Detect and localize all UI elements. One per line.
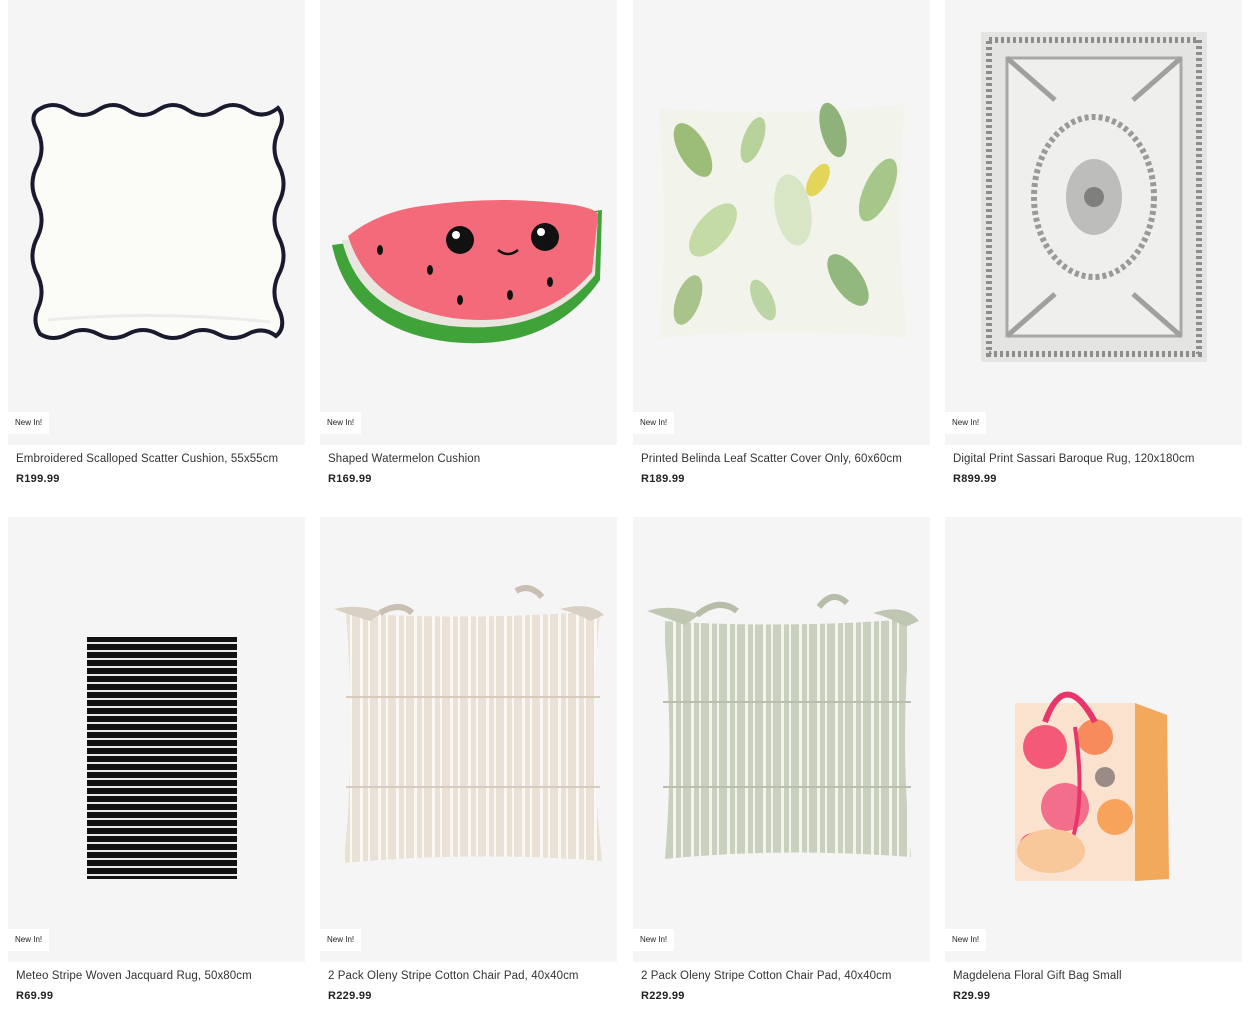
product-price: R229.99: [641, 990, 685, 1002]
product-title[interactable]: Meteo Stripe Woven Jacquard Rug, 50x80cm: [16, 970, 301, 982]
new-in-badge: New In!: [633, 412, 675, 434]
product-card[interactable]: New In! Printed Belinda Leaf Scatter Cov…: [633, 0, 930, 500]
product-price: R899.99: [953, 473, 997, 485]
product-card[interactable]: New In! 2 Pack Oleny Stripe Cotton Chair…: [320, 517, 617, 1017]
product-image[interactable]: New In!: [320, 0, 617, 445]
product-image[interactable]: New In!: [945, 517, 1242, 962]
product-image[interactable]: New In!: [320, 517, 617, 962]
product-title[interactable]: Embroidered Scalloped Scatter Cushion, 5…: [16, 453, 301, 465]
product-image[interactable]: New In!: [8, 517, 305, 962]
product-price: R229.99: [328, 990, 372, 1002]
scalloped-cushion-image: [30, 103, 286, 340]
new-in-badge: New In!: [8, 412, 50, 434]
product-image[interactable]: New In!: [633, 517, 930, 962]
product-price: R69.99: [16, 990, 54, 1002]
product-title[interactable]: Shaped Watermelon Cushion: [328, 453, 613, 465]
product-card[interactable]: New In! Meteo Stripe Woven Jacquard Rug,…: [8, 517, 305, 1017]
product-title[interactable]: Printed Belinda Leaf Scatter Cover Only,…: [641, 453, 926, 465]
product-card[interactable]: New In! Magdelena Floral Gift Bag Small …: [945, 517, 1242, 1017]
product-grid: New In! Embroidered Scalloped Scatter Cu…: [0, 0, 1250, 1034]
product-image[interactable]: New In!: [945, 0, 1242, 445]
product-card[interactable]: New In! 2 Pack Oleny Stripe Cotton Chair…: [633, 517, 930, 1017]
new-in-badge: New In!: [8, 929, 50, 951]
beige-chair-pad-image: [334, 585, 604, 863]
leaf-cushion-image: [658, 102, 907, 338]
product-price: R29.99: [953, 990, 991, 1002]
stripe-rug-image: [87, 637, 237, 879]
sage-chair-pad-image: [647, 594, 919, 859]
new-in-badge: New In!: [633, 929, 675, 951]
product-price: R189.99: [641, 473, 685, 485]
new-in-badge: New In!: [945, 929, 987, 951]
product-card[interactable]: New In! Embroidered Scalloped Scatter Cu…: [8, 0, 305, 500]
product-card[interactable]: New In! Shaped Watermelon Cushion R169.9…: [320, 0, 617, 500]
product-title[interactable]: Magdelena Floral Gift Bag Small: [953, 970, 1238, 982]
floral-gift-bag-image: [1015, 691, 1169, 881]
new-in-badge: New In!: [320, 929, 362, 951]
product-image[interactable]: New In!: [8, 0, 305, 445]
product-title[interactable]: Digital Print Sassari Baroque Rug, 120x1…: [953, 453, 1238, 465]
new-in-badge: New In!: [945, 412, 987, 434]
product-card[interactable]: New In! Digital Print Sassari Baroque Ru…: [945, 0, 1242, 500]
product-image[interactable]: New In!: [633, 0, 930, 445]
new-in-badge: New In!: [320, 412, 362, 434]
product-title[interactable]: 2 Pack Oleny Stripe Cotton Chair Pad, 40…: [328, 970, 613, 982]
product-price: R169.99: [328, 473, 372, 485]
baroque-rug-image: [981, 32, 1207, 362]
product-price: R199.99: [16, 473, 60, 485]
watermelon-cushion-image: [332, 200, 602, 344]
product-title[interactable]: 2 Pack Oleny Stripe Cotton Chair Pad, 40…: [641, 970, 926, 982]
